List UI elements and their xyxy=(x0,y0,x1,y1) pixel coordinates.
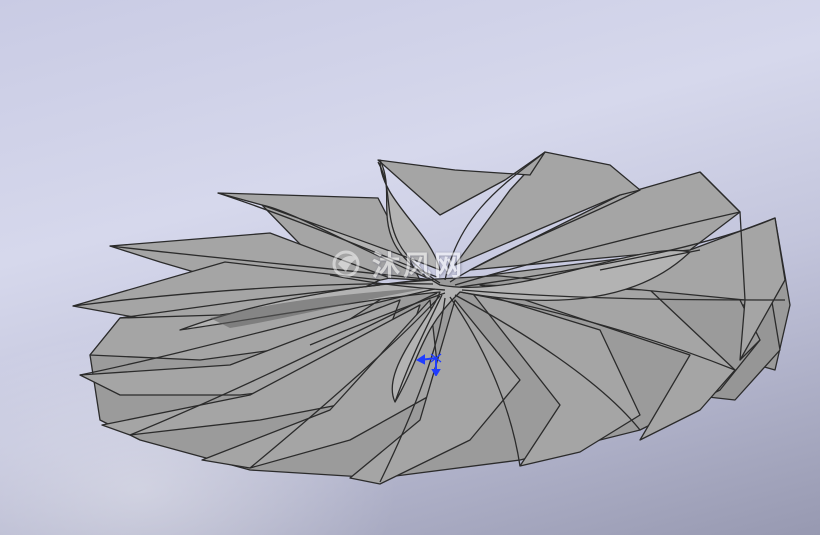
coordinate-triad-icon[interactable] xyxy=(414,350,444,376)
impeller-model[interactable] xyxy=(0,0,820,535)
cad-graphics-viewport[interactable]: 沐风网 xyxy=(0,0,820,535)
